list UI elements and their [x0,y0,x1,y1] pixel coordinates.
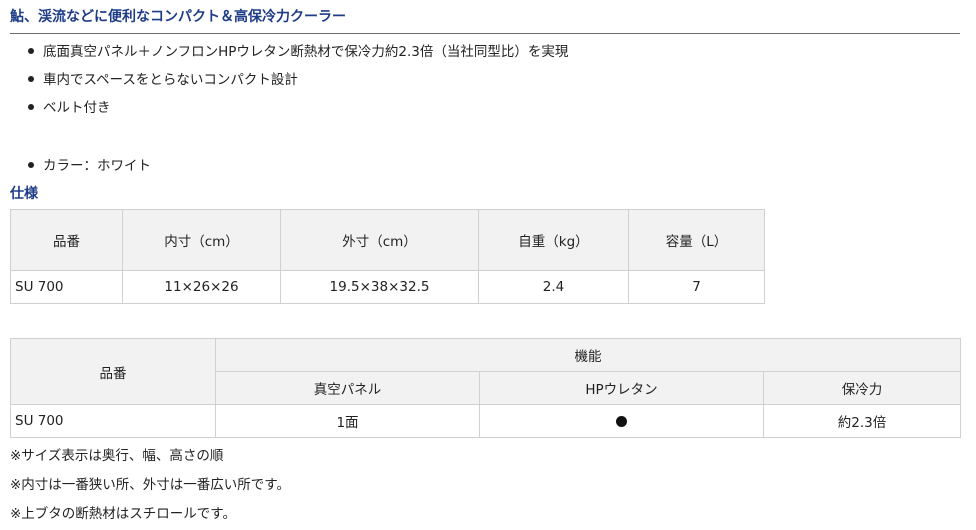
feature-group-row: 品番 機能 [10,338,961,405]
color-item: カラー：ホワイト [28,156,568,184]
spec-header-model: 品番 [10,209,123,271]
spec-header-weight: 自重（kg） [478,209,629,271]
note-item: ※サイズ表示は奥行、幅、高さの順 [10,448,224,464]
feature-table: 品番 機能 真空パネル HPウレタン 保冷力 SU 700 1面 約2.3倍 [10,338,961,438]
table-row: SU 700 11×26×26 19.5×38×32.5 2.4 7 [10,270,765,304]
heading-divider [10,33,960,34]
feature-header-group: 機能 [215,338,961,372]
feature-header-vacuum: 真空パネル [215,371,480,405]
feature-cell-urethane [479,404,764,438]
feature-item: 車内でスペースをとらないコンパクト設計 [28,70,568,98]
spec-cell-inner: 11×26×26 [122,270,281,304]
spec-table: 品番 内寸（cm） 外寸（cm） 自重（kg） 容量（L） SU 700 11×… [10,209,765,304]
spec-cell-capacity: 7 [628,270,765,304]
feature-header-urethane: HPウレタン [479,371,764,405]
filled-circle-icon [616,415,627,427]
spec-header-capacity: 容量（L） [628,209,765,271]
spec-header-outer: 外寸（cm） [280,209,479,271]
feature-cell-vacuum: 1面 [215,404,480,438]
spec-header-inner: 内寸（cm） [122,209,281,271]
feature-item: ベルト付き [28,98,568,126]
note-item: ※上ブタの断熱材はスチロールです。 [10,506,236,522]
feature-header-model: 品番 [10,338,216,405]
spec-cell-model: SU 700 [10,270,123,304]
spec-cell-weight: 2.4 [478,270,629,304]
feature-header-cooling: 保冷力 [763,371,961,405]
spec-title: 仕様 [10,186,38,202]
feature-item: 底面真空パネル＋ノンフロンHPウレタン断熱材で保冷力約2.3倍（当社同型比）を実… [28,42,568,70]
feature-cell-model: SU 700 [10,404,216,438]
spec-cell-outer: 19.5×38×32.5 [280,270,479,304]
product-heading: 鮎、渓流などに便利なコンパクト＆高保冷力クーラー [10,9,346,25]
feature-cell-cooling: 約2.3倍 [763,404,961,438]
feature-list: 底面真空パネル＋ノンフロンHPウレタン断熱材で保冷力約2.3倍（当社同型比）を実… [28,42,568,184]
table-row: SU 700 1面 約2.3倍 [10,404,961,438]
notes-list: ※サイズ表示は奥行、幅、高さの順 ※内寸は一番狭い所、外寸は一番広い所です。 ※… [10,446,290,530]
note-item: ※内寸は一番狭い所、外寸は一番広い所です。 [10,477,290,493]
spec-header-row: 品番 内寸（cm） 外寸（cm） 自重（kg） 容量（L） [10,209,765,271]
